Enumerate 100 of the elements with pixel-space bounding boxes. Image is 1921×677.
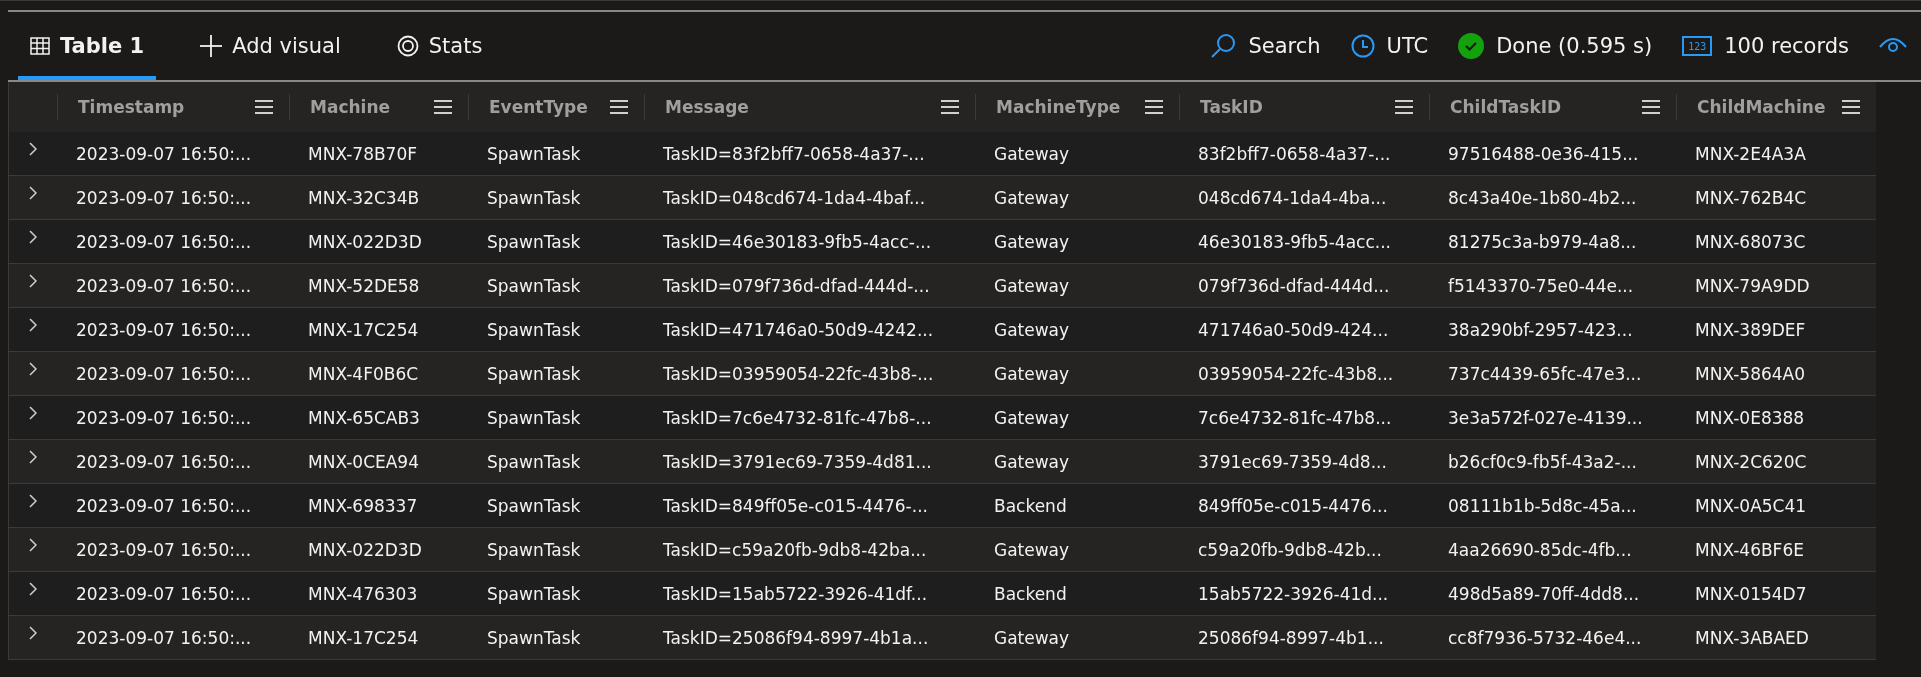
table-cell-text: MNX-2C620C	[1694, 451, 1808, 472]
column-header[interactable]: ChildMachine	[1697, 97, 1826, 117]
table-cell-text: SpawnTask	[486, 627, 582, 648]
table-row[interactable]: 2023-09-07 16:50:... MNX-022D3D SpawnTask TaskID=c59a20fb-9db8-42ba... Gateway c59a20fb-9db8-42b... 4aa26690-85dc-4fb... MNX-46BF6E	[9, 528, 1876, 572]
chevron-icon	[29, 317, 37, 332]
table-cell-text: SpawnTask	[486, 187, 582, 208]
target-icon	[396, 35, 419, 57]
column-menu-button[interactable]	[434, 100, 452, 114]
table-cell-text: 08111b1b-5d8c-45a...	[1447, 495, 1638, 516]
table-cell-text: Gateway	[993, 451, 1071, 472]
table-cell-text: 2023-09-07 16:50:...	[75, 231, 253, 252]
column-menu-button[interactable]	[1395, 100, 1413, 114]
table-cell-text: TaskID=3791ec69-7359-4d81...	[662, 451, 933, 472]
column-header[interactable]: MachineType	[996, 97, 1121, 117]
table-row[interactable]: 2023-09-07 16:50:... MNX-4F0B6C SpawnTask TaskID=03959054-22fc-43b8-... Gateway 03959054-22fc-43b8... 737c4439-65fc-47e3... MNX-5864A0	[9, 352, 1876, 396]
table-cell-text: 079f736d-dfad-444d...	[1197, 275, 1391, 296]
column-menu-button[interactable]	[255, 100, 273, 114]
table-row[interactable]: 2023-09-07 16:50:... MNX-476303 SpawnTask TaskID=15ab5722-3926-41df... Backend 15ab5722-3926-41d... 498d5a89-70ff-4dd8... MNX-0154D7	[9, 572, 1876, 616]
table-cell-text: TaskID=7c6e4732-81fc-47b8-...	[662, 407, 933, 428]
table-cell-text: MNX-698337	[307, 495, 419, 516]
table-row[interactable]: 2023-09-07 16:50:... MNX-022D3D SpawnTask TaskID=46e30183-9fb5-4acc-... Gateway 46e30183-9fb5-4acc... 81275c3a-b979-4a8... MNX-68073C	[9, 220, 1876, 264]
table-cell-text: 25086f94-8997-4b1...	[1197, 627, 1385, 648]
table-cell-text: Gateway	[993, 275, 1071, 296]
table-cell-text: 471746a0-50d9-424...	[1197, 319, 1390, 340]
record-count: 100 records	[1724, 34, 1849, 58]
table-cell-text: 3e3a572f-027e-4139...	[1447, 407, 1644, 428]
column-header[interactable]: EventType	[489, 97, 588, 117]
table-row[interactable]: 2023-09-07 16:50:... MNX-17C254 SpawnTask TaskID=471746a0-50d9-4242... Gateway 471746a0-50d9-424... 38a290bf-2957-423... MNX-389DEF	[9, 308, 1876, 352]
table-cell-text: SpawnTask	[486, 495, 582, 516]
table-cell-text: Gateway	[993, 319, 1071, 340]
column-header[interactable]: Machine	[310, 97, 391, 117]
chevron-icon	[29, 361, 37, 376]
table-cell-text: TaskID=471746a0-50d9-4242...	[662, 319, 935, 340]
table-cell-text: SpawnTask	[486, 143, 582, 164]
table-cell-text: Gateway	[993, 627, 1071, 648]
chevron-icon	[29, 537, 37, 552]
column-header[interactable]: Timestamp	[78, 97, 185, 117]
menu-icon	[1642, 100, 1660, 114]
plus-icon	[200, 35, 223, 57]
column-header[interactable]: TaskID	[1200, 97, 1263, 117]
table-row[interactable]: 2023-09-07 16:50:... MNX-65CAB3 SpawnTask TaskID=7c6e4732-81fc-47b8-... Gateway 7c6e4732-81fc-47b8... 3e3a572f-027e-4139... MNX-0E8388	[9, 396, 1876, 440]
table-cell-text: TaskID=849ff05e-c015-4476-...	[662, 495, 929, 516]
column-menu-button[interactable]	[1842, 100, 1860, 114]
table-row[interactable]: 2023-09-07 16:50:... MNX-32C34B SpawnTask TaskID=048cd674-1da4-4baf... Gateway 048cd674-1da4-4ba... 8c43a40e-1b80-4b2... MNX-762B4C	[9, 176, 1876, 220]
table-cell-text: 2023-09-07 16:50:...	[75, 187, 253, 208]
timezone-label[interactable]: UTC	[1386, 34, 1429, 58]
tab[interactable]: Stats	[384, 12, 495, 80]
table-cell-text: b26cf0c9-fb5f-43a2-...	[1447, 451, 1638, 472]
chevron-icon	[29, 581, 37, 596]
table-cell-text: MNX-68073C	[1694, 231, 1807, 252]
column-menu-button[interactable]	[1642, 100, 1660, 114]
table-cell-text: 03959054-22fc-43b8...	[1197, 363, 1395, 384]
column-menu-button[interactable]	[610, 100, 628, 114]
chevron-icon	[29, 625, 37, 640]
table-cell-text: MNX-022D3D	[307, 231, 423, 252]
table-cell-text: 7c6e4732-81fc-47b8...	[1197, 407, 1393, 428]
table-cell-text: MNX-32C34B	[307, 187, 421, 208]
chevron-icon	[29, 185, 37, 200]
table-cell-text: MNX-476303	[307, 583, 419, 604]
table-cell-text: 15ab5722-3926-41d...	[1197, 583, 1390, 604]
query-status: Done (0.595 s)	[1496, 34, 1653, 58]
table-row[interactable]: 2023-09-07 16:50:... MNX-698337 SpawnTask TaskID=849ff05e-c015-4476-... Backend 849ff05e-c015-4476... 08111b1b-5d8c-45a... MNX-0A5C41	[9, 484, 1876, 528]
column-header[interactable]: Message	[665, 97, 749, 117]
column-header[interactable]: ChildTaskID	[1450, 97, 1562, 117]
table-row[interactable]: 2023-09-07 16:50:... MNX-78B70F SpawnTask TaskID=83f2bff7-0658-4a37-... Gateway 83f2bff7-0658-4a37-... 97516488-0e36-415... MNX-2E4A3A	[9, 132, 1876, 176]
table-cell-text: MNX-0E8388	[1694, 407, 1806, 428]
search-icon	[1210, 33, 1237, 59]
table-cell-text: MNX-389DEF	[1694, 319, 1807, 340]
search-label[interactable]: Search	[1248, 34, 1321, 58]
check-circle-icon	[1458, 33, 1485, 59]
table-cell-text: 81275c3a-b979-4a8...	[1447, 231, 1638, 252]
table-cell-text: MNX-65CAB3	[307, 407, 421, 428]
menu-icon	[1842, 100, 1860, 114]
table-cell-text: 737c4439-65fc-47e3...	[1447, 363, 1643, 384]
table-cell-text: 38a290bf-2957-423...	[1447, 319, 1634, 340]
table-cell-text: TaskID=83f2bff7-0658-4a37-...	[662, 143, 926, 164]
table-cell-text: Gateway	[993, 539, 1071, 560]
tab[interactable]: Add visual	[188, 12, 353, 80]
table-row[interactable]: 2023-09-07 16:50:... MNX-17C254 SpawnTask TaskID=25086f94-8997-4b1a... Gateway 25086f94-8997-4b1... cc8f7936-5732-46e4... MNX-3ABAED	[9, 616, 1876, 660]
menu-icon	[610, 100, 628, 114]
table-row[interactable]: 2023-09-07 16:50:... MNX-52DE58 SpawnTask TaskID=079f736d-dfad-444d-... Gateway 079f736d-dfad-444d... f5143370-75e0-44e... MNX-79A9DD	[9, 264, 1876, 308]
table-cell-text: SpawnTask	[486, 407, 582, 428]
table-cell-text: MNX-0A5C41	[1694, 495, 1808, 516]
table-icon	[30, 37, 50, 55]
chevron-icon	[29, 493, 37, 508]
table-cell-text: 2023-09-07 16:50:...	[75, 583, 253, 604]
table-cell-text: MNX-022D3D	[307, 539, 423, 560]
table-cell-text: MNX-5864A0	[1694, 363, 1807, 384]
table-cell-text: 4aa26690-85dc-4fb...	[1447, 539, 1633, 560]
table-cell-text: MNX-79A9DD	[1694, 275, 1811, 296]
menu-icon	[1395, 100, 1413, 114]
table-cell-text: MNX-17C254	[307, 627, 420, 648]
table-row[interactable]: 2023-09-07 16:50:... MNX-0CEA94 SpawnTask TaskID=3791ec69-7359-4d81... Gateway 3791ec69-7359-4d8... b26cf0c9-fb5f-43a2-... MNX-2C620C	[9, 440, 1876, 484]
table-cell-text: MNX-3ABAED	[1694, 627, 1810, 648]
number-badge-icon: 123	[1682, 36, 1713, 56]
table-cell-text: Backend	[993, 495, 1068, 516]
table-cell-text: Gateway	[993, 143, 1071, 164]
column-menu-button[interactable]	[1145, 100, 1163, 114]
table-cell-text: 2023-09-07 16:50:...	[75, 319, 253, 340]
column-menu-button[interactable]	[941, 100, 959, 114]
